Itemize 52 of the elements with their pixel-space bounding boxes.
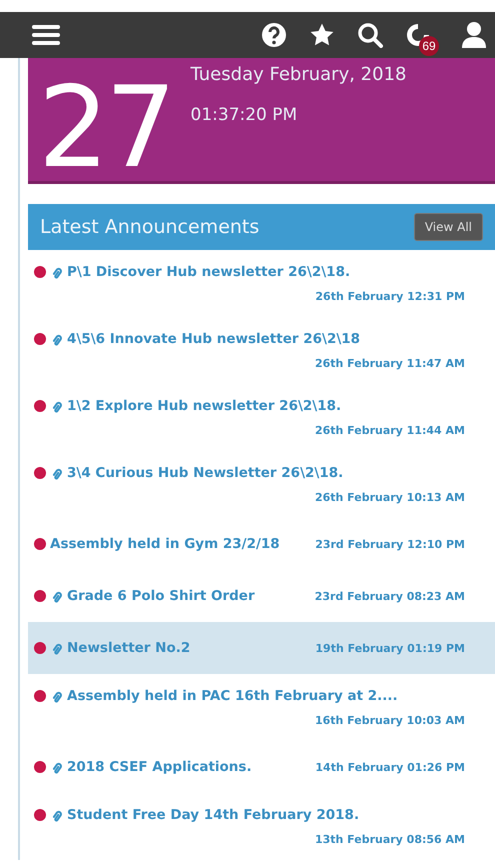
announcement-title: 1\2 Explore Hub newsletter 26\2\18. (67, 398, 342, 414)
announcement-item[interactable]: Assembly held in PAC 16th February at 2.... 16th February 10:03 AM (28, 674, 495, 741)
menu-icon[interactable] (32, 24, 60, 46)
announcement-title: Assembly held in Gym 23/2/18 (50, 536, 280, 552)
view-all-button[interactable]: View All (414, 213, 483, 241)
announcement-date: 26th February 11:44 AM (314, 424, 465, 437)
announcement-title: 2018 CSEF Applications. (67, 759, 252, 775)
announcement-title: P\1 Discover Hub newsletter 26\2\18. (67, 264, 350, 280)
unread-dot-icon (34, 467, 46, 479)
unread-dot-icon (34, 400, 46, 412)
announcement-item[interactable]: 3\4 Curious Hub Newsletter 26\2\18. 26th February 10:13 AM (28, 451, 495, 518)
announcement-item[interactable]: Grade 6 Polo Shirt Order 23rd February 08:23 AM (28, 570, 495, 622)
search-icon[interactable] (357, 22, 383, 48)
announcement-date: 13th February 08:56 AM (314, 833, 465, 846)
announcement-date: 14th February 01:26 PM (315, 760, 465, 774)
announcement-title: Newsletter No.2 (67, 640, 190, 656)
star-icon[interactable] (309, 22, 335, 48)
time-text: 01:37:20 PM (190, 105, 298, 125)
unread-dot-icon (34, 642, 46, 654)
announcement-item[interactable]: Student Free Day 14th February 2018. 13th February 08:56 AM (28, 793, 495, 860)
announcement-item[interactable]: Newsletter No.2 19th February 01:19 PM (28, 622, 495, 674)
unread-dot-icon (34, 809, 46, 821)
announcement-item[interactable]: 4\5\6 Innovate Hub newsletter 26\2\18 26th February 11:47 AM (28, 317, 495, 384)
announcement-date: 23rd February 08:23 AM (314, 590, 465, 602)
unread-dot-icon (34, 333, 46, 345)
announcement-title: Grade 6 Polo Shirt Order (67, 588, 255, 604)
notification-count: 69 (419, 36, 439, 56)
notification-button[interactable]: 69 (405, 22, 439, 56)
announcement-title: 4\5\6 Innovate Hub newsletter 26\2\18 (67, 331, 360, 347)
announcement-item[interactable]: 2018 CSEF Applications. 14th February 01:26 PM (28, 741, 495, 793)
unread-dot-icon (34, 690, 46, 702)
unread-dot-icon (34, 266, 46, 278)
announcement-date: 26th February 11:47 AM (314, 357, 465, 370)
announcement-item[interactable]: Assembly held in Gym 23/2/18 23rd February 12:10 PM (28, 518, 495, 570)
announcement-date: 23rd February 12:10 PM (315, 538, 465, 550)
announcement-date: 26th February 10:13 AM (314, 491, 465, 504)
announcements-title: Latest Announcements (40, 216, 260, 238)
unread-dot-icon (34, 590, 46, 602)
unread-dot-icon (34, 538, 46, 550)
day-number: 27 (38, 72, 173, 184)
announcement-item[interactable]: 1\2 Explore Hub newsletter 26\2\18. 26th February 11:44 AM (28, 384, 495, 451)
help-icon[interactable] (261, 22, 287, 48)
announcement-title: Assembly held in PAC 16th February at 2.... (67, 688, 398, 704)
announcement-title: Student Free Day 14th February 2018. (67, 807, 360, 823)
user-icon[interactable] (461, 21, 487, 49)
announcement-date: 19th February 01:19 PM (315, 642, 465, 654)
unread-dot-icon (34, 761, 46, 773)
announcement-item[interactable]: P\1 Discover Hub newsletter 26\2\18. 26th February 12:31 PM (28, 250, 495, 317)
date-text: Tuesday February, 2018 (190, 64, 406, 85)
announcement-date: 26th February 12:31 PM (315, 290, 465, 303)
announcement-title: 3\4 Curious Hub Newsletter 26\2\18. (67, 465, 344, 481)
announcement-date: 16th February 10:03 AM (314, 714, 465, 727)
